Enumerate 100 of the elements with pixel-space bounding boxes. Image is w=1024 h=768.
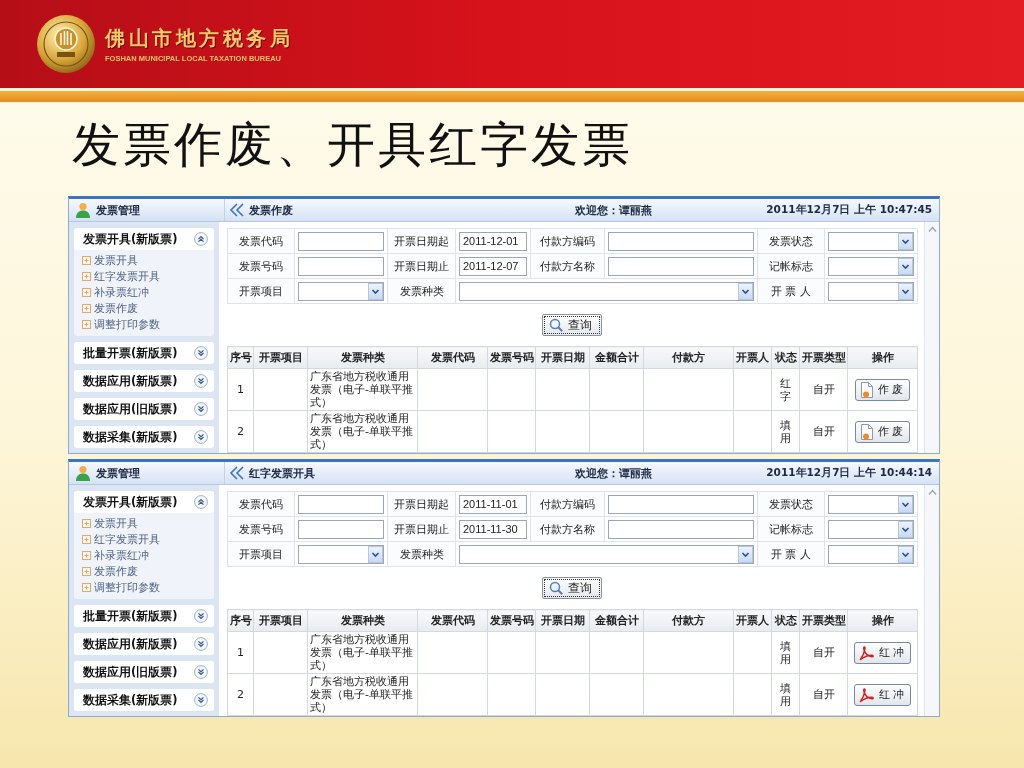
text-input-field[interactable] bbox=[298, 519, 384, 539]
dropdown-field[interactable] bbox=[459, 544, 754, 564]
dropdown-field[interactable] bbox=[828, 281, 914, 301]
menu-link[interactable]: 发票开具 bbox=[82, 515, 138, 531]
column-header: 状态 bbox=[771, 609, 800, 632]
form-label: 开票日期止 bbox=[394, 258, 449, 274]
menu-section-header[interactable]: 数据应用(新版票) bbox=[74, 633, 214, 655]
column-header: 状态 bbox=[771, 346, 800, 369]
table-cell: 填用 bbox=[771, 673, 800, 716]
text-input-field[interactable] bbox=[608, 519, 754, 539]
text-input-field[interactable]: 2011-12-01 bbox=[459, 231, 527, 251]
form-label: 记帐标志 bbox=[769, 521, 813, 537]
dropdown-field[interactable] bbox=[459, 281, 754, 301]
column-header: 开票人 bbox=[733, 346, 772, 369]
page-title: 发票作废 bbox=[249, 202, 293, 218]
dropdown-field[interactable] bbox=[828, 231, 914, 251]
menu-link[interactable]: 红字发票开具 bbox=[82, 268, 160, 284]
user-icon bbox=[75, 465, 91, 481]
column-header: 金额合计 bbox=[589, 346, 644, 369]
text-input-field[interactable] bbox=[298, 494, 384, 514]
table-cell: 广东省地方税收通用发票（电子-单联平推式） bbox=[307, 368, 418, 411]
text-input-field[interactable] bbox=[298, 256, 384, 276]
menu-link[interactable]: 补录票红冲 bbox=[82, 547, 149, 563]
reversal-button[interactable]: 红 冲 bbox=[853, 641, 912, 664]
menu-section-header[interactable]: 批量开票(新版票) bbox=[74, 605, 214, 627]
reversal-button[interactable]: 红 冲 bbox=[853, 683, 912, 706]
table-cell: 广东省地方税收通用发票（电子-单联平推式） bbox=[307, 673, 418, 716]
expand-chevron-icon[interactable] bbox=[194, 402, 208, 416]
expand-chevron-icon[interactable] bbox=[194, 374, 208, 388]
expand-chevron-icon[interactable] bbox=[194, 430, 208, 444]
menu-link[interactable]: 发票开具 bbox=[82, 252, 138, 268]
form-label: 发票状态 bbox=[769, 233, 813, 249]
menu-section-header[interactable]: 数据应用(新版票) bbox=[74, 370, 214, 392]
dropdown-field[interactable] bbox=[298, 281, 384, 301]
expand-chevron-icon[interactable] bbox=[194, 637, 208, 651]
menu-section-header[interactable]: 数据采集(新版票) bbox=[74, 689, 214, 711]
form-label: 开票日期止 bbox=[394, 521, 449, 537]
query-button[interactable]: 查询 bbox=[542, 314, 602, 336]
expand-chevron-icon[interactable] bbox=[194, 609, 208, 623]
search-icon bbox=[549, 581, 563, 595]
table-cell: 填用 bbox=[771, 410, 800, 453]
menu-link[interactable]: 发票作废 bbox=[82, 300, 138, 316]
query-button[interactable]: 查询 bbox=[542, 577, 602, 599]
sidebar-title: 发票管理 bbox=[96, 202, 140, 218]
text-input-field[interactable]: 2011-12-07 bbox=[459, 256, 527, 276]
dropdown-field[interactable] bbox=[828, 494, 914, 514]
document-icon bbox=[859, 423, 874, 440]
column-header: 金额合计 bbox=[589, 609, 644, 632]
menu-section-header[interactable]: 数据采集(新版票) bbox=[74, 426, 214, 448]
dropdown-field[interactable] bbox=[828, 544, 914, 564]
void-button[interactable]: 作 废 bbox=[854, 378, 911, 401]
form-label: 付款方编码 bbox=[540, 496, 595, 512]
column-header: 操作 bbox=[847, 346, 918, 369]
plus-square-icon bbox=[82, 271, 91, 281]
emblem-icon bbox=[37, 15, 95, 73]
column-header: 开票日期 bbox=[535, 346, 590, 369]
table-cell: 自开 bbox=[799, 410, 848, 453]
column-header: 发票种类 bbox=[307, 609, 418, 632]
menu-section-header[interactable]: 数据应用(旧版票) bbox=[74, 661, 214, 683]
dropdown-field[interactable] bbox=[298, 544, 384, 564]
collapse-chevron-icon[interactable] bbox=[194, 495, 208, 509]
menu-section-header[interactable]: 数据应用(旧版票) bbox=[74, 398, 214, 420]
column-header: 开票项目 bbox=[253, 346, 308, 369]
column-header: 付款方 bbox=[643, 609, 734, 632]
menu-link[interactable]: 调整打印参数 bbox=[82, 316, 160, 332]
void-button[interactable]: 作 废 bbox=[854, 420, 911, 443]
vertical-scrollbar[interactable] bbox=[924, 222, 939, 453]
form-label: 发票号码 bbox=[239, 521, 283, 537]
vertical-scrollbar[interactable] bbox=[924, 485, 939, 716]
column-header: 付款方 bbox=[643, 346, 734, 369]
menu-section-header[interactable]: 发票开具(新版票) bbox=[74, 491, 214, 513]
text-input-field[interactable] bbox=[298, 231, 384, 251]
menu-link[interactable]: 补录票红冲 bbox=[82, 284, 149, 300]
expand-chevron-icon[interactable] bbox=[194, 346, 208, 360]
double-chevron-left-icon[interactable] bbox=[229, 466, 245, 480]
menu-link[interactable]: 调整打印参数 bbox=[82, 579, 160, 595]
menu-section-header[interactable]: 批量开票(新版票) bbox=[74, 342, 214, 364]
dropdown-field[interactable] bbox=[828, 519, 914, 539]
text-input-field[interactable] bbox=[608, 231, 754, 251]
date-time-text: 2011年12月7日 上午 10:44:14 bbox=[766, 466, 932, 480]
collapse-chevron-icon[interactable] bbox=[194, 232, 208, 246]
menu-link[interactable]: 发票作废 bbox=[82, 563, 138, 579]
column-header: 序号 bbox=[227, 346, 254, 369]
text-input-field[interactable]: 2011-11-30 bbox=[459, 519, 527, 539]
column-header: 操作 bbox=[847, 609, 918, 632]
text-input-field[interactable] bbox=[608, 494, 754, 514]
menu-section-header[interactable]: 发票开具(新版票) bbox=[74, 228, 214, 250]
column-header: 发票种类 bbox=[307, 346, 418, 369]
expand-chevron-icon[interactable] bbox=[194, 693, 208, 707]
text-input-field[interactable] bbox=[608, 256, 754, 276]
form-label: 发票状态 bbox=[769, 496, 813, 512]
expand-chevron-icon[interactable] bbox=[194, 665, 208, 679]
form-label: 开票日期起 bbox=[394, 233, 449, 249]
text-input-field[interactable]: 2011-11-01 bbox=[459, 494, 527, 514]
dropdown-field[interactable] bbox=[828, 256, 914, 276]
welcome-text: 欢迎您：谭丽燕 bbox=[574, 465, 652, 481]
form-label: 开票日期起 bbox=[394, 496, 449, 512]
double-chevron-left-icon[interactable] bbox=[229, 203, 245, 217]
menu-link[interactable]: 红字发票开具 bbox=[82, 531, 160, 547]
table-cell: 填用 bbox=[771, 631, 800, 674]
